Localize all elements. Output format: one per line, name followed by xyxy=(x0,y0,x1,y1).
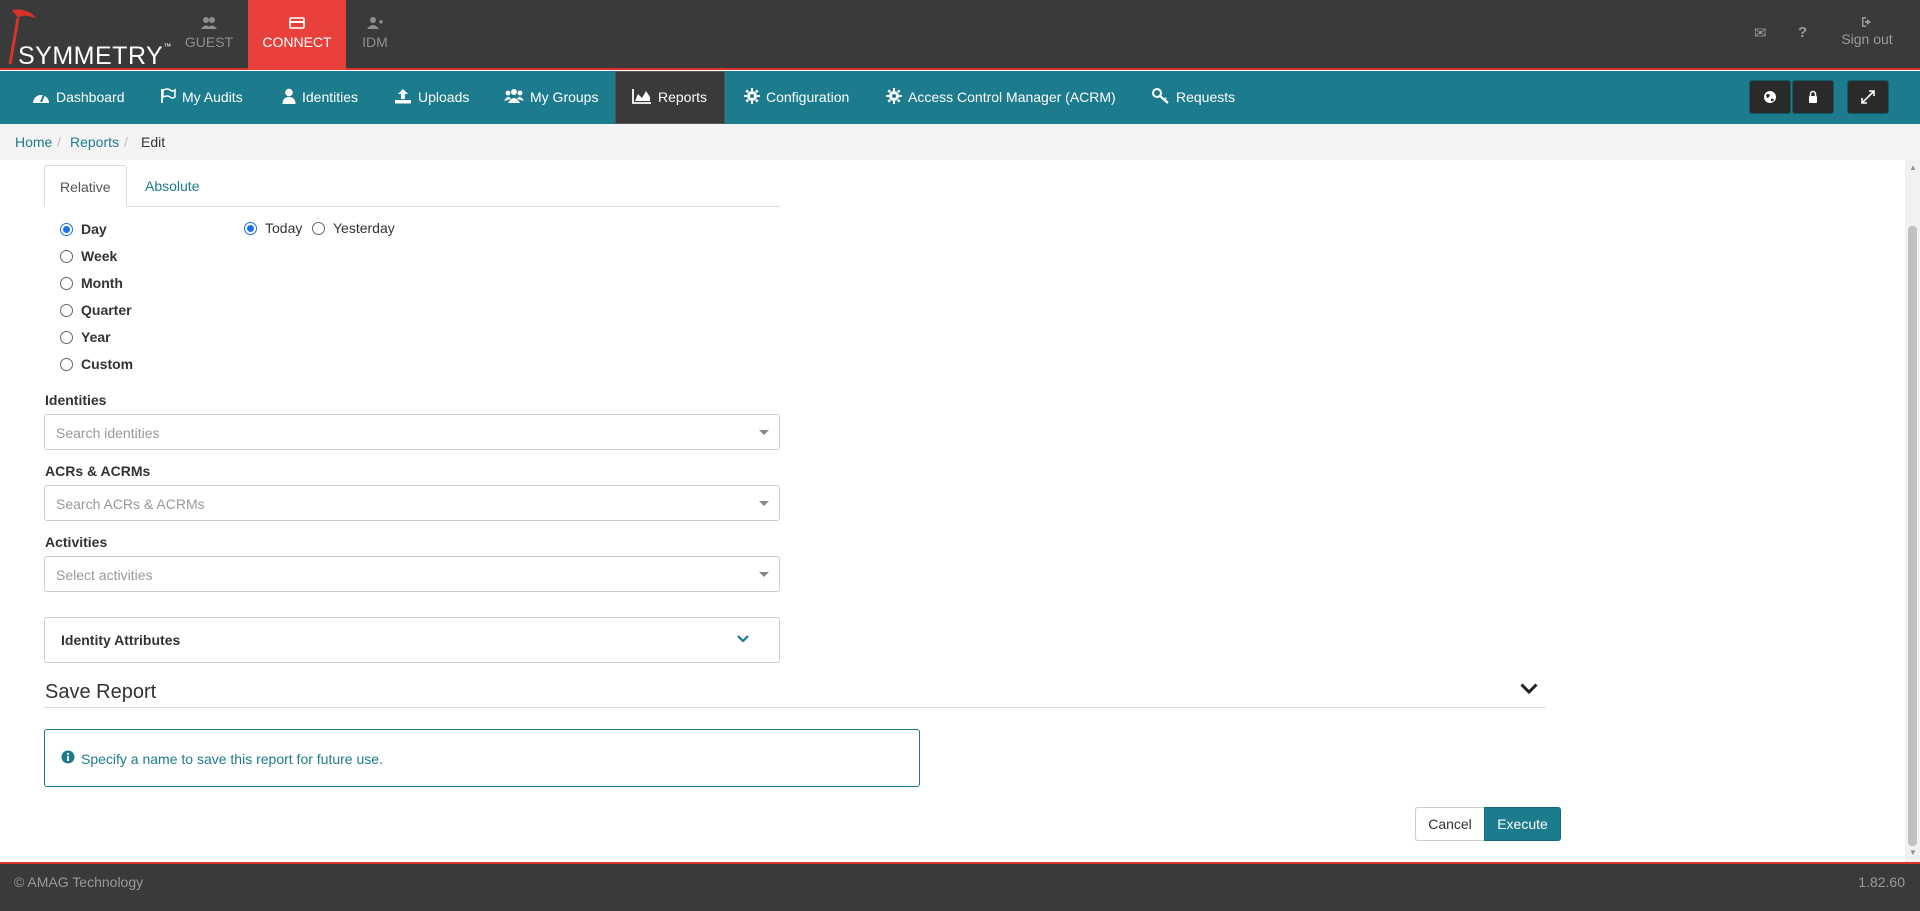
signout-label: Sign out xyxy=(1841,31,1893,47)
key-icon xyxy=(1152,88,1169,104)
nav-configuration[interactable]: Configuration xyxy=(744,71,849,124)
gear-icon xyxy=(744,88,760,104)
lock-icon xyxy=(1809,90,1817,103)
period-option-week[interactable]: Week xyxy=(60,248,117,264)
app-tab-connect-label: CONNECT xyxy=(262,34,332,50)
day-radio[interactable] xyxy=(244,221,257,235)
identities-select[interactable]: Search identities xyxy=(44,414,780,450)
signout-button[interactable]: Sign out xyxy=(1836,16,1898,47)
mail-icon[interactable]: ✉ xyxy=(1754,24,1767,42)
period-option-day[interactable]: Day xyxy=(60,221,107,237)
save-report-info-text: Specify a name to save this report for f… xyxy=(81,751,383,767)
period-option-quarter[interactable]: Quarter xyxy=(60,302,132,318)
caret-down-icon xyxy=(759,430,769,435)
nav-uploads[interactable]: Uploads xyxy=(394,71,469,124)
caret-down-icon xyxy=(759,501,769,506)
save-report-header[interactable]: Save Report xyxy=(44,677,1546,708)
save-report-title: Save Report xyxy=(45,681,157,703)
group-icon xyxy=(504,89,524,103)
activities-placeholder: Select activities xyxy=(56,567,153,583)
period-radio[interactable] xyxy=(60,249,73,263)
nav-identities[interactable]: Identities xyxy=(282,71,358,124)
card-icon xyxy=(289,17,305,29)
day-radio[interactable] xyxy=(312,221,325,235)
save-report-info: Specify a name to save this report for f… xyxy=(44,729,920,787)
users-icon xyxy=(201,17,217,29)
app-tab-idm[interactable]: IDM xyxy=(326,0,424,70)
day-option-yesterday[interactable]: Yesterday xyxy=(312,220,395,236)
signout-icon xyxy=(1862,17,1871,27)
acrs-label: ACRs & ACRMs xyxy=(45,463,151,479)
nav-my-audits[interactable]: My Audits xyxy=(160,71,243,124)
scroll-down-icon[interactable]: ▼ xyxy=(1909,848,1917,857)
identity-attributes-panel[interactable]: Identity Attributes xyxy=(44,617,780,663)
copyright: © AMAG Technology xyxy=(14,874,144,890)
day-option-today[interactable]: Today xyxy=(244,220,302,236)
page-scrollbar[interactable]: ▲ ▼ xyxy=(1905,160,1920,862)
chevron-down-icon[interactable] xyxy=(1520,683,1538,694)
user-plus-icon xyxy=(367,17,383,29)
identities-label: Identities xyxy=(45,392,107,408)
fullscreen-button[interactable] xyxy=(1847,80,1889,114)
language-button[interactable] xyxy=(1749,80,1791,114)
period-radio[interactable] xyxy=(60,276,73,290)
version: 1.82.60 xyxy=(1858,874,1905,890)
identity-attributes-title: Identity Attributes xyxy=(61,632,181,648)
flag-icon xyxy=(161,88,176,103)
period-option-custom[interactable]: Custom xyxy=(60,356,133,372)
gear-icon xyxy=(886,88,902,104)
user-icon xyxy=(282,88,296,104)
breadcrumb-separator: / xyxy=(57,134,61,150)
app-tab-idm-label: IDM xyxy=(362,34,388,50)
nav-my-groups[interactable]: My Groups xyxy=(504,71,598,124)
tab-absolute[interactable]: Absolute xyxy=(130,165,214,207)
period-radio[interactable] xyxy=(60,357,73,371)
footer: © AMAG Technology 1.82.60 xyxy=(0,862,1920,911)
brand-name: SYMMETRY™ xyxy=(18,42,172,70)
execute-button[interactable]: Execute xyxy=(1484,807,1561,841)
identities-placeholder: Search identities xyxy=(56,425,160,441)
expand-icon xyxy=(1861,90,1875,104)
caret-down-icon xyxy=(759,572,769,577)
breadcrumb-home[interactable]: Home xyxy=(15,134,52,150)
main-nav: Dashboard My Audits Identities Uploads M… xyxy=(0,71,1920,124)
period-radio[interactable] xyxy=(60,303,73,317)
info-icon xyxy=(61,750,75,764)
scroll-up-icon[interactable]: ▲ xyxy=(1909,163,1917,172)
breadcrumb: Home / Reports / Edit xyxy=(0,124,1920,160)
nav-reports[interactable]: Reports xyxy=(615,71,725,124)
chevron-down-icon[interactable] xyxy=(737,635,749,643)
top-bar: SYMMETRY™ GUEST CONNECT IDM ✉ ? Sign out xyxy=(0,0,1920,70)
date-range-tabs: Relative Absolute xyxy=(44,165,780,207)
period-radio[interactable] xyxy=(60,330,73,344)
area-chart-icon xyxy=(632,89,651,104)
breadcrumb-separator: / xyxy=(124,134,128,150)
breadcrumb-reports[interactable]: Reports xyxy=(70,134,119,150)
acrs-placeholder: Search ACRs & ACRMs xyxy=(56,496,205,512)
nav-acrm[interactable]: Access Control Manager (ACRM) xyxy=(886,71,1116,124)
period-radio[interactable] xyxy=(60,222,73,236)
dashboard-icon xyxy=(33,94,49,103)
nav-dashboard[interactable]: Dashboard xyxy=(32,71,125,124)
breadcrumb-current: Edit xyxy=(141,134,166,150)
acrs-select[interactable]: Search ACRs & ACRMs xyxy=(44,485,780,521)
tab-relative[interactable]: Relative xyxy=(44,165,127,207)
lock-button[interactable] xyxy=(1792,80,1834,114)
app-tab-guest[interactable]: GUEST xyxy=(160,0,258,70)
activities-label: Activities xyxy=(45,534,108,550)
scroll-thumb[interactable] xyxy=(1908,226,1917,846)
symmetry-logo[interactable]: SYMMETRY™ xyxy=(6,4,171,70)
cancel-button[interactable]: Cancel xyxy=(1415,807,1485,841)
globe-icon xyxy=(1764,91,1776,103)
period-option-month[interactable]: Month xyxy=(60,275,123,291)
help-icon[interactable]: ? xyxy=(1798,24,1807,41)
upload-icon xyxy=(395,89,411,104)
activities-select[interactable]: Select activities xyxy=(44,556,780,592)
app-tab-guest-label: GUEST xyxy=(184,34,234,50)
period-option-year[interactable]: Year xyxy=(60,329,111,345)
nav-requests[interactable]: Requests xyxy=(1152,71,1235,124)
